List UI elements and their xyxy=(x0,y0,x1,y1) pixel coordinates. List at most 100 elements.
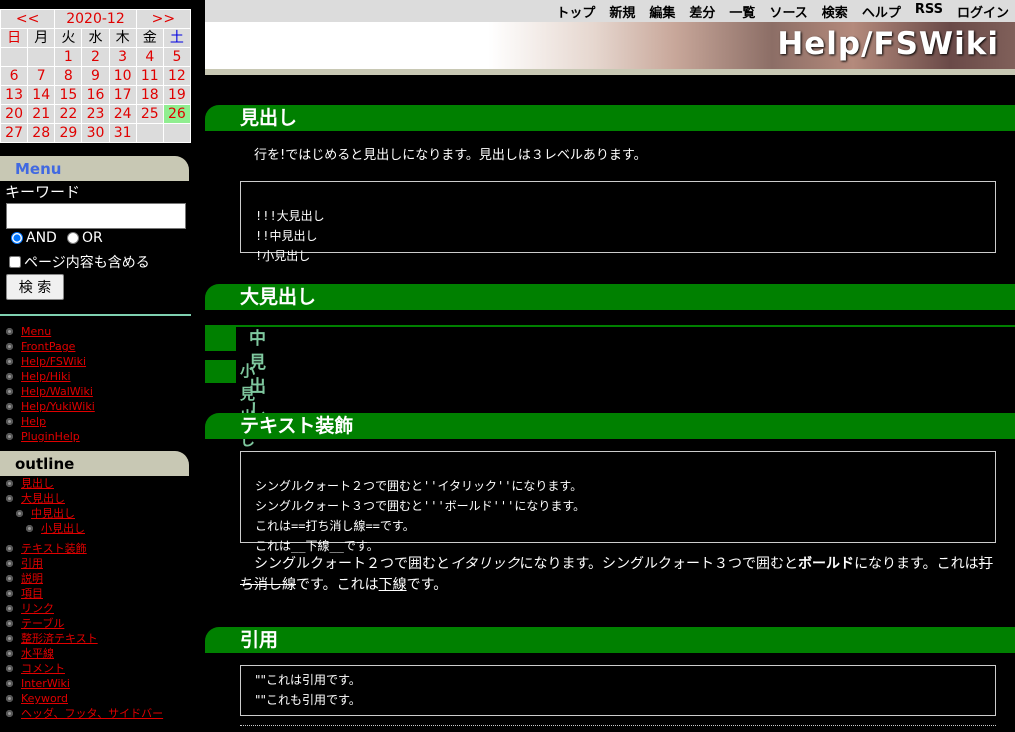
keyword-input[interactable] xyxy=(6,203,186,229)
code-line: これは==打ち消し線==です。 xyxy=(255,519,415,533)
medium-heading-bar xyxy=(205,325,1015,327)
code-line: これは__下線__です。 xyxy=(255,539,379,553)
calendar-day[interactable]: 29 xyxy=(54,123,83,143)
top-nav-link[interactable]: ログイン xyxy=(957,2,1009,21)
menu-link[interactable]: Menu xyxy=(21,325,51,338)
include-page-checkbox-label[interactable]: ページ内容も含める xyxy=(9,252,150,272)
calendar-day[interactable]: 24 xyxy=(108,104,137,124)
calendar-day[interactable]: 14 xyxy=(27,85,56,105)
top-nav-link[interactable]: 編集 xyxy=(649,2,675,21)
menu-link[interactable]: Help/WalWiki xyxy=(21,385,93,398)
menu-link-item: PluginHelp xyxy=(0,429,95,444)
text-decoration-result: シングルクォート２つで囲むとイタリックになります。シングルクォート３つで囲むとボ… xyxy=(240,556,993,593)
outline-link[interactable]: 中見出し xyxy=(31,507,75,520)
top-nav-link[interactable]: 一覧 xyxy=(729,2,755,21)
outline-link[interactable]: Keyword xyxy=(21,692,68,705)
and-radio-label[interactable]: AND xyxy=(11,230,57,246)
top-nav-link[interactable]: 差分 xyxy=(689,2,715,21)
calendar-day[interactable]: 5 xyxy=(162,47,192,67)
calendar-day[interactable]: 16 xyxy=(81,85,110,105)
calendar-day[interactable]: 21 xyxy=(27,104,56,124)
outline-link[interactable]: 水平線 xyxy=(21,647,54,660)
code-line: シングルクォート３つで囲むと'''ボールド'''になります。 xyxy=(255,499,586,513)
bullet-icon xyxy=(6,710,13,717)
calendar-day[interactable]: 25 xyxy=(135,104,164,124)
calendar-day[interactable]: 18 xyxy=(135,85,164,105)
outline-link[interactable]: 項目 xyxy=(21,587,43,600)
include-page-checkbox[interactable] xyxy=(9,256,21,268)
calendar-blank xyxy=(135,123,164,143)
top-nav-link[interactable]: 新規 xyxy=(609,2,635,21)
menu-link[interactable]: PluginHelp xyxy=(21,430,80,443)
calendar-day[interactable]: 10 xyxy=(108,66,137,86)
or-label: OR xyxy=(82,230,103,246)
calendar-day[interactable]: 30 xyxy=(81,123,110,143)
calendar-blank xyxy=(27,47,56,67)
calendar-day[interactable]: 3 xyxy=(108,47,137,67)
calendar-day[interactable]: 28 xyxy=(27,123,56,143)
menu-link[interactable]: Help/FSWiki xyxy=(21,355,86,368)
calendar-day[interactable]: 11 xyxy=(135,66,164,86)
calendar-day[interactable]: 22 xyxy=(54,104,83,124)
calendar-day[interactable]: 15 xyxy=(54,85,83,105)
calendar-day[interactable]: 1 xyxy=(54,47,83,67)
calendar-day[interactable]: 6 xyxy=(0,66,29,86)
calendar-day[interactable]: 8 xyxy=(54,66,83,86)
calendar-day[interactable]: 17 xyxy=(108,85,137,105)
calendar-day[interactable]: 20 xyxy=(0,104,29,124)
top-nav-link[interactable]: RSS xyxy=(915,2,943,21)
menu-title: Menu xyxy=(0,156,189,181)
bullet-icon xyxy=(6,590,13,597)
bullet-icon xyxy=(6,433,13,440)
bullet-icon xyxy=(6,418,13,425)
outline-item: ヘッダ、フッタ、サイドバー xyxy=(0,706,163,721)
outline-item: Keyword xyxy=(0,691,163,706)
outline-link[interactable]: 小見出し xyxy=(41,522,85,535)
or-radio[interactable] xyxy=(67,232,79,244)
sidebar: << 2020-12 >> 日月火水木金土 1 2 3 4 5 6 7 8 9 10 11 12 13 1… xyxy=(0,0,192,732)
outline-item: テーブル xyxy=(0,616,163,631)
top-nav-link[interactable]: トップ xyxy=(556,2,595,21)
and-radio[interactable] xyxy=(11,232,23,244)
calendar-day[interactable]: 19 xyxy=(162,85,192,105)
outline-link[interactable]: 見出し xyxy=(21,477,54,490)
calendar-weekday: 日 xyxy=(0,28,29,48)
calendar-day[interactable]: 2 xyxy=(81,47,110,67)
calendar-day[interactable]: 7 xyxy=(27,66,56,86)
outline-link[interactable]: 大見出し xyxy=(21,492,65,505)
calendar-day[interactable]: 13 xyxy=(0,85,29,105)
outline-link[interactable]: テキスト装飾 xyxy=(21,542,87,555)
outline-link[interactable]: リンク xyxy=(21,602,54,615)
outline-link[interactable]: ヘッダ、フッタ、サイドバー xyxy=(21,707,163,720)
outline-link[interactable]: 整形済テキスト xyxy=(21,632,98,645)
outline-link[interactable]: 引用 xyxy=(21,557,43,570)
calendar-day[interactable]: 27 xyxy=(0,123,29,143)
calendar-day[interactable]: 26 xyxy=(162,104,192,124)
calendar-day[interactable]: 4 xyxy=(135,47,164,67)
menu-link-item: Help/FSWiki xyxy=(0,354,95,369)
top-nav-link[interactable]: ヘルプ xyxy=(862,2,901,21)
top-nav-link[interactable]: 検索 xyxy=(822,2,848,21)
calendar-prev-link[interactable]: << xyxy=(0,9,56,29)
top-nav-link[interactable]: ソース xyxy=(769,2,807,21)
or-radio-label[interactable]: OR xyxy=(67,230,103,246)
menu-link[interactable]: Help xyxy=(21,415,46,428)
outline-link[interactable]: 説明 xyxy=(21,572,43,585)
search-button[interactable]: 検 索 xyxy=(6,274,64,300)
calendar-weekday: 火 xyxy=(54,28,83,48)
calendar-day[interactable]: 31 xyxy=(108,123,137,143)
menu-link[interactable]: FrontPage xyxy=(21,340,75,353)
outline-link[interactable]: InterWiki xyxy=(21,677,70,690)
calendar-day[interactable]: 23 xyxy=(81,104,110,124)
outline-link[interactable]: コメント xyxy=(21,662,65,675)
menu-link[interactable]: Help/Hiki xyxy=(21,370,71,383)
menu-link[interactable]: Help/YukiWiki xyxy=(21,400,95,413)
bold-text: ボールド xyxy=(798,556,855,572)
calendar-next-link[interactable]: >> xyxy=(135,9,192,29)
calendar-weekday: 月 xyxy=(27,28,56,48)
menu-link-item: Menu xyxy=(0,324,95,339)
outline-link[interactable]: テーブル xyxy=(21,617,64,630)
section-heading: 見出し xyxy=(205,105,1015,131)
calendar-day[interactable]: 12 xyxy=(162,66,192,86)
calendar-day[interactable]: 9 xyxy=(81,66,110,86)
